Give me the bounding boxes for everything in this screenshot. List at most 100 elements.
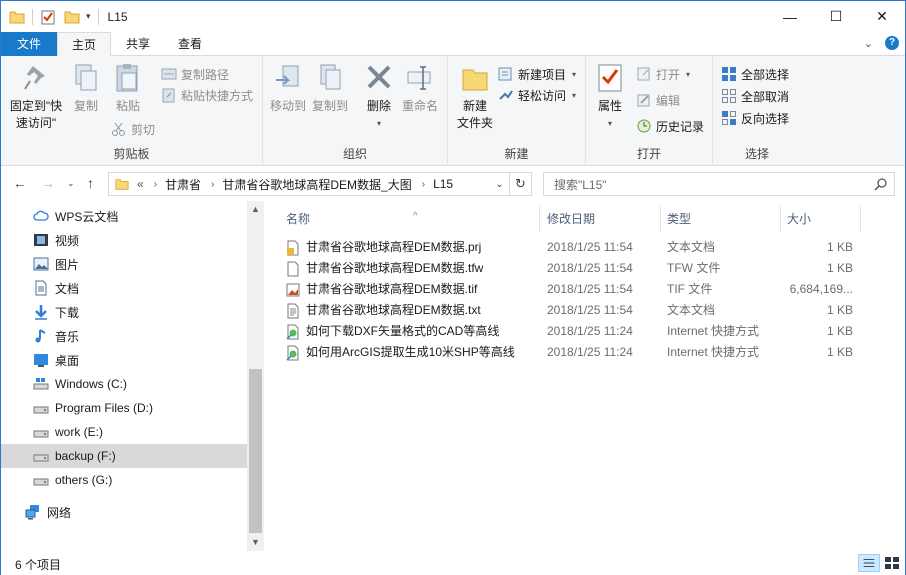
breadcrumb-item[interactable]: 甘肃省 [165, 176, 201, 193]
nav-item-label: WPS云文档 [55, 209, 119, 224]
recent-locations-chevron-icon[interactable]: ⌄ [67, 178, 75, 189]
select-none-label: 全部取消 [741, 89, 790, 104]
tab-home[interactable]: 主页 [57, 32, 111, 57]
nav-pane-scrollbar[interactable]: ▲ ▼ [247, 201, 264, 551]
pin-quick-access-button[interactable]: 固定到"快 速访问" [7, 62, 65, 132]
delete-button[interactable]: 删除 ▾ [361, 62, 397, 132]
column-header-name[interactable]: 名称 ^ [286, 208, 536, 230]
nav-item-drive-d[interactable]: Program Files (D:) [1, 396, 247, 420]
nav-item-network[interactable]: 网络 [1, 500, 247, 524]
scroll-thumb[interactable] [249, 369, 262, 533]
easy-access-label: 轻松访问 [518, 88, 567, 103]
rename-button[interactable]: 重命名 [399, 62, 441, 115]
ribbon-tabs: 文件 主页 共享 查看 ⌄ ? [1, 32, 905, 57]
nav-item-wps-cloud[interactable]: WPS云文档 [1, 204, 247, 228]
nav-item-label: others (G:) [55, 473, 113, 487]
scroll-up-icon[interactable]: ▲ [247, 201, 264, 218]
scroll-down-icon[interactable]: ▼ [247, 534, 264, 551]
nav-item-pictures[interactable]: 图片 [1, 252, 247, 276]
new-folder-button[interactable]: 新建 文件夹 [454, 62, 496, 132]
invert-selection-button[interactable]: 反向选择 [721, 108, 789, 128]
move-to-button[interactable]: 移动到 [267, 62, 309, 115]
customize-qat-dropdown[interactable]: ▾ [86, 11, 91, 22]
search-input[interactable]: 搜索"L15" [543, 172, 895, 196]
properties-icon[interactable] [40, 9, 56, 25]
tab-file[interactable]: 文件 [1, 32, 57, 56]
nav-item-music[interactable]: 音乐 [1, 324, 247, 348]
column-header-type[interactable]: 类型 [667, 208, 775, 230]
file-row[interactable]: 如何下载DXF矢量格式的CAD等高线 2018/1/25 11:24 Inter… [285, 321, 865, 342]
nav-item-label: work (E:) [55, 425, 103, 439]
open-button[interactable]: 打开 ▾ [636, 64, 690, 84]
minimize-button[interactable]: — [767, 1, 813, 32]
cut-button[interactable]: 剪切 [111, 119, 155, 139]
column-divider[interactable] [539, 205, 540, 233]
title-bar: ▾ L15 — ☐ ✕ [1, 1, 905, 32]
copy-to-icon [320, 64, 341, 90]
breadcrumb-separator-icon[interactable]: › [154, 179, 157, 190]
nav-item-drive-c[interactable]: Windows (C:) [1, 372, 247, 396]
breadcrumb-separator-icon[interactable]: › [422, 179, 425, 190]
nav-item-drive-e[interactable]: work (E:) [1, 420, 247, 444]
nav-item-documents[interactable]: 文档 [1, 276, 247, 300]
column-header-date[interactable]: 修改日期 [547, 208, 659, 230]
select-none-button[interactable]: 全部取消 [721, 86, 789, 106]
paste-shortcut-button[interactable]: 粘贴快捷方式 [161, 85, 253, 105]
history-button[interactable]: 历史记录 [636, 116, 704, 136]
refresh-icon[interactable]: ↻ [509, 173, 531, 195]
search-icon[interactable] [874, 177, 888, 191]
column-divider[interactable] [780, 205, 781, 233]
easy-access-button[interactable]: 轻松访问 ▾ [498, 85, 576, 105]
details-view-icon[interactable] [858, 554, 880, 572]
help-icon[interactable]: ? [885, 36, 899, 50]
breadcrumb-item[interactable]: 甘肃省谷歌地球高程DEM数据_大图 [222, 176, 411, 193]
file-row[interactable]: 甘肃省谷歌地球高程DEM数据.tfw 2018/1/25 11:54 TFW 文… [285, 258, 865, 279]
file-size: 1 KB [826, 240, 853, 254]
edit-label: 编辑 [656, 93, 681, 108]
copy-button[interactable]: 复制 [69, 62, 103, 115]
breadcrumb-separator-icon[interactable]: › [211, 179, 214, 190]
delete-x-icon [367, 65, 391, 89]
nav-item-downloads[interactable]: 下载 [1, 300, 247, 324]
paste-button[interactable]: 粘贴 [109, 62, 147, 115]
nav-item-drive-f[interactable]: backup (F:) [1, 444, 247, 468]
column-divider[interactable] [660, 205, 661, 233]
large-icons-view-icon[interactable] [881, 554, 903, 572]
nav-item-drive-g[interactable]: others (G:) [1, 468, 247, 492]
new-item-button[interactable]: 新建项目 ▾ [498, 64, 576, 84]
pin-label: 固定到"快 速访问" [9, 99, 63, 130]
tab-view[interactable]: 查看 [165, 32, 215, 56]
close-button[interactable]: ✕ [859, 1, 905, 32]
breadcrumb-overflow[interactable]: « [137, 177, 144, 191]
file-row[interactable]: 甘肃省谷歌地球高程DEM数据.txt 2018/1/25 11:54 文本文档 … [285, 300, 865, 321]
new-folder-icon[interactable] [64, 9, 80, 25]
column-header-size[interactable]: 大小 [787, 208, 857, 230]
forward-arrow-icon[interactable]: → [41, 175, 55, 191]
address-dropdown-icon[interactable]: ⌄ [489, 178, 509, 190]
file-row[interactable]: 甘肃省谷歌地球高程DEM数据.prj 2018/1/25 11:54 文本文档 … [285, 237, 865, 258]
column-divider[interactable] [860, 205, 861, 233]
navigation-pane: WPS云文档 视频 图片 文档 下载 音乐 桌面 Windows (C:) Pr… [1, 201, 264, 551]
nav-item-videos[interactable]: 视频 [1, 228, 247, 252]
maximize-button[interactable]: ☐ [813, 1, 859, 32]
file-row[interactable]: 如何用ArcGIS提取生成10米SHP等高线 2018/1/25 11:24 I… [285, 342, 865, 363]
up-arrow-icon[interactable]: ↑ [87, 175, 94, 191]
delete-dropdown[interactable]: ▾ [377, 115, 381, 132]
properties-button[interactable]: 属性 ▾ [592, 62, 628, 132]
file-row[interactable]: 甘肃省谷歌地球高程DEM数据.tif 2018/1/25 11:54 TIF 文… [285, 279, 865, 300]
edit-button[interactable]: 编辑 [636, 90, 680, 110]
expand-ribbon-icon[interactable]: ⌄ [864, 37, 873, 50]
properties-dropdown[interactable]: ▾ [608, 115, 612, 132]
select-group-label: 选择 [744, 147, 769, 161]
desktop-icon [34, 354, 48, 367]
status-bar: 6 个项目 [1, 551, 905, 575]
copy-path-button[interactable]: 复制路径 [161, 64, 229, 84]
address-bar[interactable]: « › 甘肃省 › 甘肃省谷歌地球高程DEM数据_大图 › L15 ⌄ ↻ [108, 172, 532, 196]
nav-item-desktop[interactable]: 桌面 [1, 348, 247, 372]
file-type: TIF 文件 [667, 282, 713, 296]
back-arrow-icon[interactable]: ← [13, 175, 27, 191]
breadcrumb-item[interactable]: L15 [433, 177, 453, 191]
tab-share[interactable]: 共享 [111, 32, 165, 56]
copy-to-button[interactable]: 复制到 [309, 62, 351, 115]
select-all-button[interactable]: 全部选择 [721, 64, 789, 84]
